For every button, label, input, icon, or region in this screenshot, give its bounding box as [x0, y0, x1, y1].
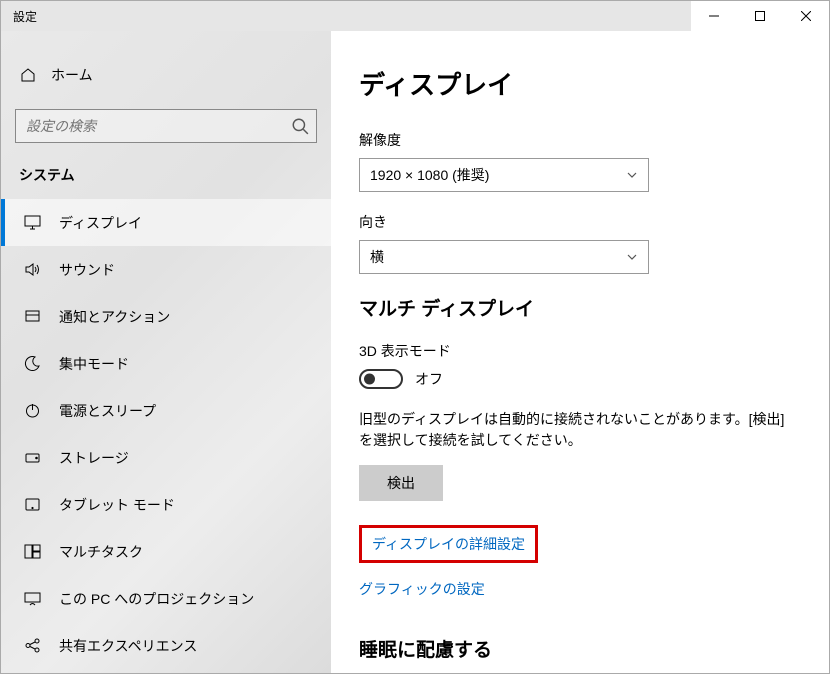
- mode3d-state: オフ: [415, 369, 443, 389]
- orientation-combo[interactable]: 横: [359, 240, 649, 274]
- orientation-value: 横: [370, 247, 384, 267]
- chevron-down-icon: [626, 169, 638, 181]
- detect-note: 旧型のディスプレイは自動的に接続されないことがあります。[検出] を選択して接続…: [359, 409, 799, 451]
- multitask-icon: [23, 543, 41, 560]
- resolution-label: 解像度: [359, 130, 801, 150]
- tablet-icon: [23, 496, 41, 513]
- orientation-label: 向き: [359, 212, 801, 232]
- sidebar-item-multitask[interactable]: マルチタスク: [1, 528, 331, 575]
- advanced-display-link-highlight: ディスプレイの詳細設定: [359, 525, 538, 563]
- mode3d-toggle[interactable]: [359, 369, 403, 389]
- page-title: ディスプレイ: [359, 65, 801, 102]
- sidebar-item-projection[interactable]: この PC へのプロジェクション: [1, 575, 331, 622]
- projection-icon: [23, 590, 41, 607]
- sidebar-item-display[interactable]: ディスプレイ: [1, 199, 331, 246]
- category-heading: システム: [1, 165, 331, 199]
- mode3d-label: 3D 表示モード: [359, 341, 801, 361]
- window-title: 設定: [1, 8, 37, 25]
- titlebar: 設定: [1, 1, 829, 31]
- sidebar-item-label: タブレット モード: [59, 495, 175, 515]
- mode3d-toggle-row: オフ: [359, 369, 801, 389]
- sidebar-item-label: 集中モード: [59, 354, 129, 374]
- sidebar-item-label: この PC へのプロジェクション: [59, 589, 254, 609]
- power-icon: [23, 402, 41, 419]
- sidebar-item-tablet[interactable]: タブレット モード: [1, 481, 331, 528]
- maximize-button[interactable]: [737, 1, 783, 31]
- chevron-down-icon: [626, 251, 638, 263]
- speaker-icon: [23, 261, 41, 278]
- storage-icon: [23, 449, 41, 466]
- sidebar-item-label: ストレージ: [59, 448, 129, 468]
- close-button[interactable]: [783, 1, 829, 31]
- sidebar-item-label: サウンド: [59, 260, 115, 280]
- search-input[interactable]: [15, 109, 317, 143]
- home-link[interactable]: ホーム: [1, 55, 331, 95]
- resolution-combo[interactable]: 1920 × 1080 (推奨): [359, 158, 649, 192]
- sidebar-item-shared[interactable]: 共有エクスペリエンス: [1, 622, 331, 669]
- sidebar-item-focus[interactable]: 集中モード: [1, 340, 331, 387]
- home-label: ホーム: [51, 65, 93, 85]
- sidebar-item-label: 共有エクスペリエンス: [59, 636, 197, 656]
- maximize-icon: [755, 11, 765, 21]
- resolution-value: 1920 × 1080 (推奨): [370, 165, 489, 185]
- sidebar-item-notifications[interactable]: 通知とアクション: [1, 293, 331, 340]
- sidebar-item-power[interactable]: 電源とスリープ: [1, 387, 331, 434]
- sidebar-item-label: ディスプレイ: [59, 213, 142, 233]
- close-icon: [801, 11, 811, 21]
- window-controls: [691, 1, 829, 31]
- advanced-display-link[interactable]: ディスプレイの詳細設定: [372, 534, 525, 554]
- sidebar: ホーム システム ディスプレイ サウンド: [1, 31, 331, 673]
- minimize-button[interactable]: [691, 1, 737, 31]
- sidebar-item-sound[interactable]: サウンド: [1, 246, 331, 293]
- multi-heading: マルチ ディスプレイ: [359, 294, 801, 321]
- minimize-icon: [709, 11, 719, 21]
- sidebar-item-storage[interactable]: ストレージ: [1, 434, 331, 481]
- sidebar-item-label: マルチタスク: [59, 542, 143, 562]
- notification-icon: [23, 308, 41, 325]
- settings-window: 設定 ホーム: [0, 0, 830, 674]
- sidebar-item-label: 電源とスリープ: [59, 401, 156, 421]
- home-icon: [19, 67, 37, 83]
- content-pane: ディスプレイ 解像度 1920 × 1080 (推奨) 向き 横 マルチ ディス…: [331, 31, 829, 673]
- monitor-icon: [23, 214, 41, 231]
- share-icon: [23, 637, 41, 654]
- window-body: ホーム システム ディスプレイ サウンド: [1, 31, 829, 673]
- moon-icon: [23, 355, 41, 372]
- graphics-settings-link[interactable]: グラフィックの設定: [359, 579, 485, 599]
- search-wrap: [15, 109, 317, 143]
- sleep-heading: 睡眠に配慮する: [359, 635, 801, 662]
- detect-button[interactable]: 検出: [359, 465, 443, 501]
- sidebar-item-label: 通知とアクション: [59, 307, 170, 327]
